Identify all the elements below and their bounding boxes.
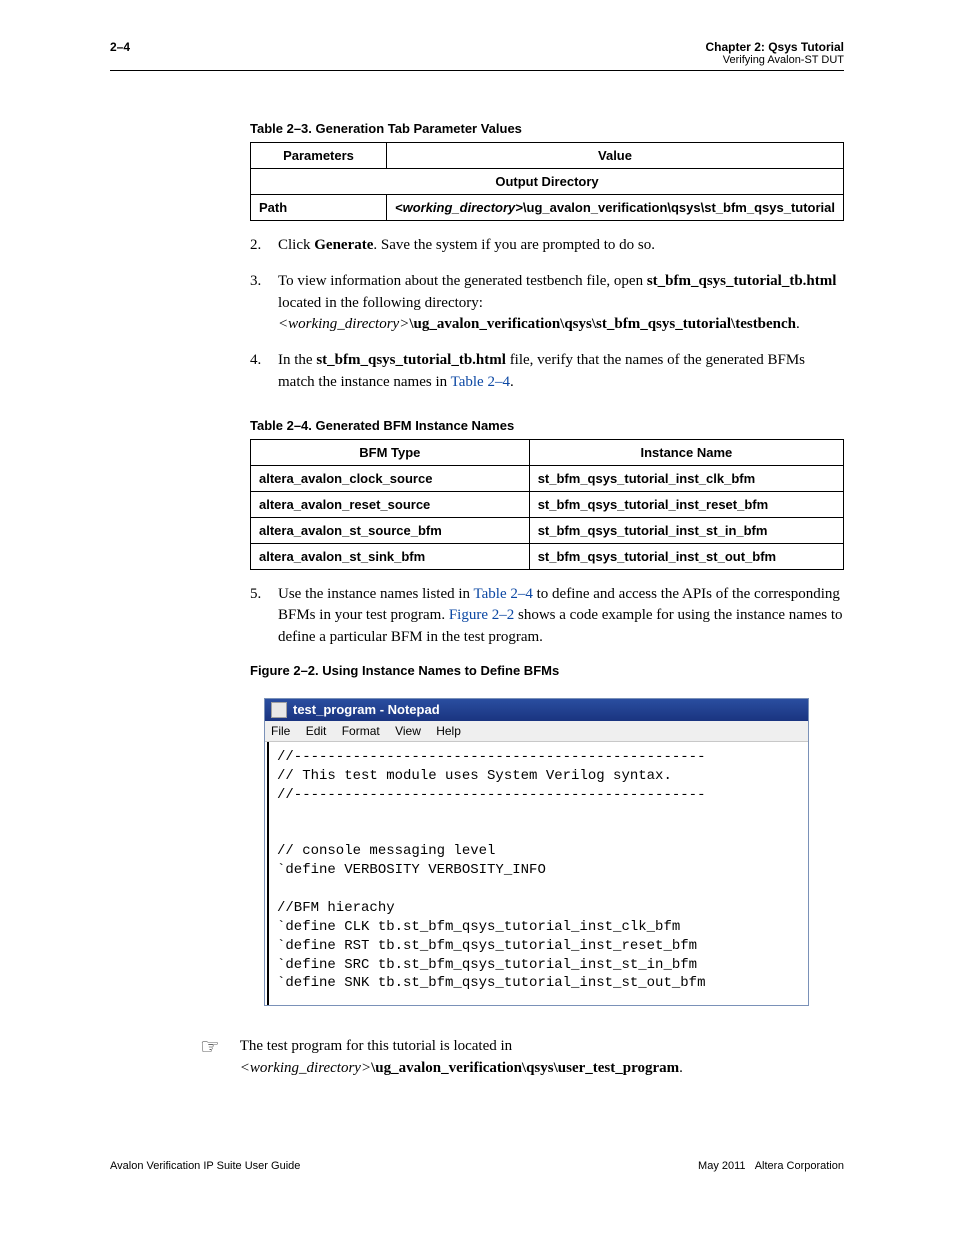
table-header-cell: Value xyxy=(387,143,844,169)
figure-2-2: test_program - Notepad File Edit Format … xyxy=(264,698,809,1007)
list-number: 2. xyxy=(250,235,268,257)
list-number: 3. xyxy=(250,271,268,336)
path-literal: \ug_avalon_verification\qsys\st_bfm_qsys… xyxy=(523,200,835,215)
table-2-3: Parameters Value Output Directory Path <… xyxy=(250,142,844,221)
header-rule xyxy=(110,70,844,71)
footer-company: Altera Corporation xyxy=(755,1160,844,1172)
table-cell: altera_avalon_st_source_bfm xyxy=(251,517,530,543)
notepad-menubar: File Edit Format View Help xyxy=(265,721,808,742)
filename: st_bfm_qsys_tutorial_tb.html xyxy=(316,352,506,368)
page-footer: Avalon Verification IP Suite User Guide … xyxy=(110,1160,844,1172)
table-header-row: BFM Type Instance Name xyxy=(251,439,844,465)
table-section-cell: Output Directory xyxy=(251,169,844,195)
table-2-4-link[interactable]: Table 2–4 xyxy=(474,586,533,602)
path-variable: <working_directory> xyxy=(395,200,523,215)
hand-pointer-icon: ☞ xyxy=(200,1036,220,1058)
filename: st_bfm_qsys_tutorial_tb.html xyxy=(647,273,837,289)
table-row: altera_avalon_clock_source st_bfm_qsys_t… xyxy=(251,465,844,491)
notepad-window: test_program - Notepad File Edit Format … xyxy=(264,698,809,1007)
path-literal: \ug_avalon_verification\qsys\user_test_p… xyxy=(371,1060,679,1076)
page-header: 2–4 Chapter 2: Qsys Tutorial Verifying A… xyxy=(110,40,844,66)
table-cell: st_bfm_qsys_tutorial_inst_st_in_bfm xyxy=(529,517,843,543)
notepad-icon xyxy=(271,702,287,718)
footer-date: May 2011 xyxy=(698,1160,746,1172)
table-row: altera_avalon_reset_source st_bfm_qsys_t… xyxy=(251,491,844,517)
step-2: 2. Click Generate. Save the system if yo… xyxy=(250,235,844,257)
chapter-title: Chapter 2: Qsys Tutorial xyxy=(706,40,844,54)
text: Use the instance names listed in xyxy=(278,586,474,602)
step-3: 3. To view information about the generat… xyxy=(250,271,844,336)
list-number: 5. xyxy=(250,584,268,649)
ui-label: Generate xyxy=(314,237,373,253)
table-cell: altera_avalon_reset_source xyxy=(251,491,530,517)
table-2-4: BFM Type Instance Name altera_avalon_clo… xyxy=(250,439,844,570)
notepad-title-text: test_program - Notepad xyxy=(293,702,440,717)
section-title: Verifying Avalon-ST DUT xyxy=(706,54,844,66)
table-section-row: Output Directory xyxy=(251,169,844,195)
table-cell: altera_avalon_clock_source xyxy=(251,465,530,491)
table-cell: <working_directory>\ug_avalon_verificati… xyxy=(387,195,844,221)
text: Click xyxy=(278,237,314,253)
text: To view information about the generated … xyxy=(278,273,647,289)
menu-file[interactable]: File xyxy=(271,724,290,738)
text: In the xyxy=(278,352,316,368)
text: The test program for this tutorial is lo… xyxy=(240,1038,512,1054)
text: . xyxy=(796,316,800,332)
table-row: Path <working_directory>\ug_avalon_verif… xyxy=(251,195,844,221)
note-block: ☞ The test program for this tutorial is … xyxy=(200,1036,844,1080)
menu-edit[interactable]: Edit xyxy=(306,724,327,738)
text: located in the following directory: xyxy=(278,295,483,311)
table-cell: st_bfm_qsys_tutorial_inst_reset_bfm xyxy=(529,491,843,517)
step-5: 5. Use the instance names listed in Tabl… xyxy=(250,584,844,649)
table-2-3-caption: Table 2–3. Generation Tab Parameter Valu… xyxy=(250,121,844,136)
step-4: 4. In the st_bfm_qsys_tutorial_tb.html f… xyxy=(250,350,844,394)
figure-2-2-link[interactable]: Figure 2–2 xyxy=(449,607,514,623)
figure-2-2-caption: Figure 2–2. Using Instance Names to Defi… xyxy=(250,663,844,678)
path-literal: \ug_avalon_verification\qsys\st_bfm_qsys… xyxy=(409,316,796,332)
text: . xyxy=(510,374,514,390)
text: . Save the system if you are prompted to… xyxy=(373,237,655,253)
path-variable: <working_directory> xyxy=(278,316,409,332)
table-header-cell: Parameters xyxy=(251,143,387,169)
table-header-cell: BFM Type xyxy=(251,439,530,465)
notepad-titlebar: test_program - Notepad xyxy=(265,699,808,721)
menu-format[interactable]: Format xyxy=(342,724,380,738)
table-cell: Path xyxy=(251,195,387,221)
table-cell: st_bfm_qsys_tutorial_inst_st_out_bfm xyxy=(529,543,843,569)
table-2-4-link[interactable]: Table 2–4 xyxy=(451,374,510,390)
path-variable: <working_directory> xyxy=(240,1060,371,1076)
table-header-cell: Instance Name xyxy=(529,439,843,465)
notepad-content: //--------------------------------------… xyxy=(267,742,808,1006)
table-2-4-caption: Table 2–4. Generated BFM Instance Names xyxy=(250,418,844,433)
table-row: altera_avalon_st_sink_bfm st_bfm_qsys_tu… xyxy=(251,543,844,569)
page-number: 2–4 xyxy=(110,40,130,66)
menu-view[interactable]: View xyxy=(395,724,421,738)
table-header-row: Parameters Value xyxy=(251,143,844,169)
table-row: altera_avalon_st_source_bfm st_bfm_qsys_… xyxy=(251,517,844,543)
table-cell: altera_avalon_st_sink_bfm xyxy=(251,543,530,569)
list-number: 4. xyxy=(250,350,268,394)
menu-help[interactable]: Help xyxy=(436,724,461,738)
text: . xyxy=(679,1060,683,1076)
table-cell: st_bfm_qsys_tutorial_inst_clk_bfm xyxy=(529,465,843,491)
